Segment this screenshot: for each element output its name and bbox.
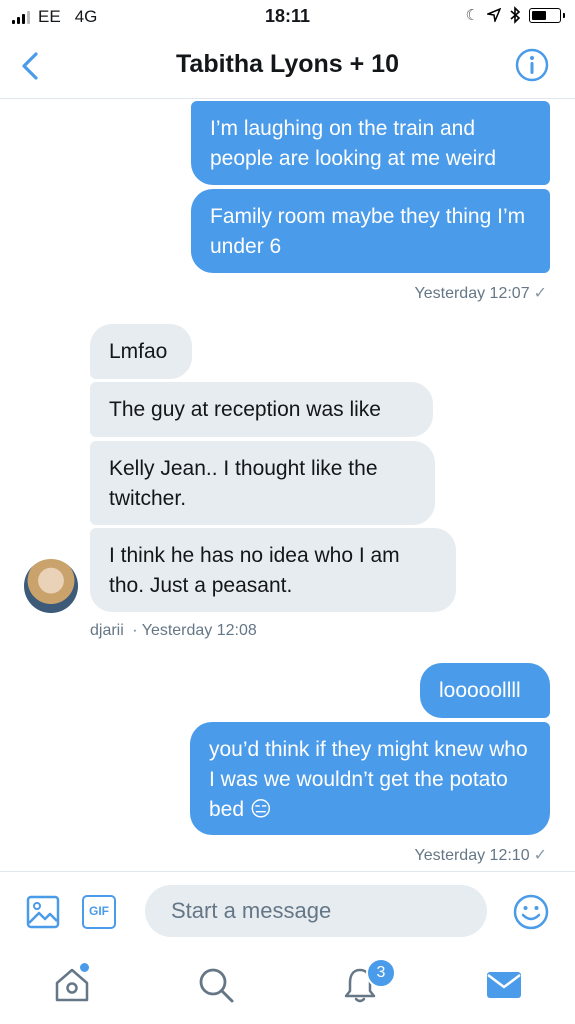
messages-envelope-icon[interactable]	[484, 965, 524, 1005]
moon-icon: ☾	[465, 7, 479, 24]
info-icon[interactable]	[515, 48, 549, 82]
message-timestamp: · Yesterday 12:08	[132, 622, 257, 639]
check-icon: ✓	[533, 847, 547, 864]
avatar[interactable]	[24, 559, 78, 613]
notifications-badge: 3	[366, 958, 396, 988]
message-bubble-incoming[interactable]: I think he has no idea who I am tho. Jus…	[90, 528, 456, 612]
conversation-header: Tabitha Lyons + 10	[0, 34, 575, 99]
search-icon[interactable]	[196, 965, 236, 1005]
location-arrow-icon	[487, 8, 501, 22]
status-bar: EE 4G 18:11 ☾	[0, 0, 575, 34]
emoji-icon[interactable]	[512, 893, 550, 931]
message-timestamp: Yesterday 12:07 ✓	[414, 285, 547, 302]
message-bubble-incoming[interactable]: Lmfao	[90, 324, 192, 379]
tab-bar	[0, 951, 575, 1024]
sender-name[interactable]: djarii	[90, 622, 124, 639]
bluetooth-icon	[510, 6, 521, 24]
home-unread-dot	[80, 963, 89, 972]
message-bubble-outgoing[interactable]: Family room maybe they thing I’m under 6	[191, 189, 550, 273]
message-bubble-incoming[interactable]: The guy at reception was like	[90, 382, 433, 437]
message-sender-meta: djarii · Yesterday 12:08	[90, 622, 257, 640]
battery-icon	[529, 7, 565, 23]
message-bubble-outgoing[interactable]: you’d think if they might knew who I was…	[190, 722, 550, 835]
message-bubble-outgoing[interactable]: I’m laughing on the train and people are…	[191, 101, 550, 185]
conversation-title: Tabitha Lyons + 10	[176, 50, 399, 78]
message-input[interactable]	[145, 885, 487, 937]
check-icon: ✓	[533, 285, 547, 302]
gif-button[interactable]: GIF	[82, 895, 116, 929]
message-bubble-outgoing[interactable]: looooollll	[420, 663, 550, 718]
image-icon[interactable]	[26, 895, 60, 929]
message-composer: GIF	[0, 871, 575, 952]
message-bubble-incoming[interactable]: Kelly Jean.. I thought like the twitcher…	[90, 441, 435, 525]
message-timestamp: Yesterday 12:10 ✓	[414, 847, 547, 864]
